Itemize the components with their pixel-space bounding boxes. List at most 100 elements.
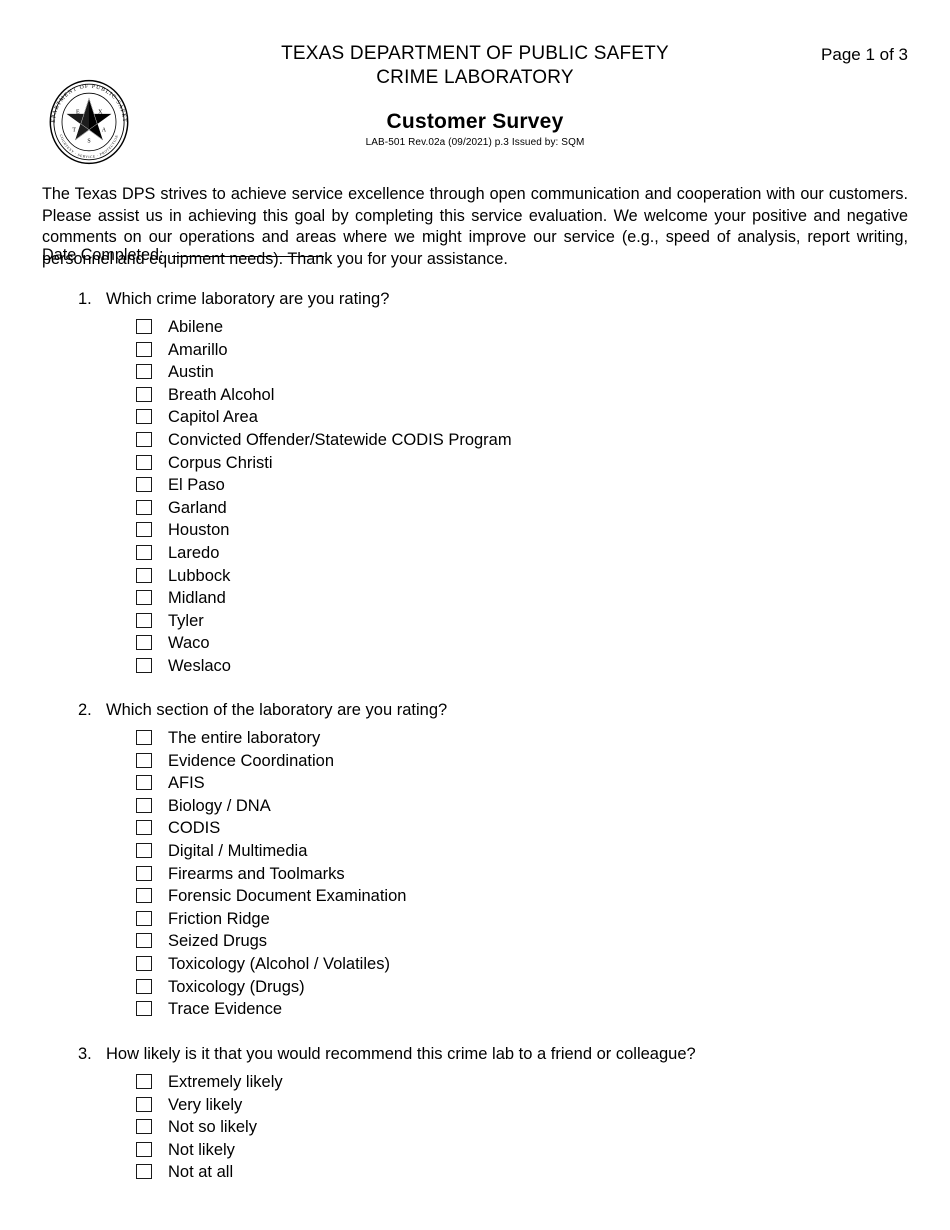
checkbox-icon[interactable] bbox=[136, 775, 152, 791]
option-row[interactable]: El Paso bbox=[0, 474, 950, 497]
checkbox-icon[interactable] bbox=[136, 657, 152, 673]
question-3: 3. How likely is it that you would recomm… bbox=[0, 1043, 950, 1184]
question-2-heading: 2. Which section of the laboratory are yo… bbox=[78, 699, 950, 721]
option-label: Breath Alcohol bbox=[168, 385, 275, 404]
checkbox-icon[interactable] bbox=[136, 910, 152, 926]
option-row[interactable]: Extremely likely bbox=[0, 1071, 950, 1094]
option-label: Corpus Christi bbox=[168, 453, 273, 472]
checkbox-icon[interactable] bbox=[136, 409, 152, 425]
option-row[interactable]: The entire laboratory bbox=[0, 727, 950, 750]
option-label: Austin bbox=[168, 363, 214, 382]
checkbox-icon[interactable] bbox=[136, 865, 152, 881]
option-row[interactable]: Tyler bbox=[0, 610, 950, 633]
checkbox-icon[interactable] bbox=[136, 1164, 152, 1180]
option-row[interactable]: Laredo bbox=[0, 542, 950, 565]
header-title-block: TEXAS DEPARTMENT OF PUBLIC SAFETY CRIME … bbox=[180, 42, 770, 149]
option-row[interactable]: Waco bbox=[0, 632, 950, 655]
option-label: Garland bbox=[168, 498, 227, 517]
option-row[interactable]: CODIS bbox=[0, 817, 950, 840]
date-completed-input[interactable] bbox=[172, 256, 325, 257]
option-row[interactable]: Firearms and Toolmarks bbox=[0, 863, 950, 886]
option-row[interactable]: Digital / Multimedia bbox=[0, 840, 950, 863]
option-label: Toxicology (Drugs) bbox=[168, 977, 305, 996]
option-row[interactable]: Not so likely bbox=[0, 1116, 950, 1139]
checkbox-icon[interactable] bbox=[136, 431, 152, 447]
option-label: Firearms and Toolmarks bbox=[168, 864, 345, 883]
option-row[interactable]: Corpus Christi bbox=[0, 452, 950, 475]
option-row[interactable]: Biology / DNA bbox=[0, 795, 950, 818]
svg-text:A: A bbox=[102, 127, 107, 133]
option-row[interactable]: Breath Alcohol bbox=[0, 384, 950, 407]
option-row[interactable]: Seized Drugs bbox=[0, 930, 950, 953]
option-row[interactable]: Evidence Coordination bbox=[0, 750, 950, 773]
checkbox-icon[interactable] bbox=[136, 364, 152, 380]
checkbox-icon[interactable] bbox=[136, 797, 152, 813]
organization-line-1: TEXAS DEPARTMENT OF PUBLIC SAFETY bbox=[281, 43, 669, 64]
option-label: El Paso bbox=[168, 476, 225, 495]
checkbox-icon[interactable] bbox=[136, 978, 152, 994]
option-row[interactable]: Forensic Document Examination bbox=[0, 885, 950, 908]
checkbox-icon[interactable] bbox=[136, 499, 152, 515]
option-row[interactable]: Toxicology (Alcohol / Volatiles) bbox=[0, 953, 950, 976]
checkbox-icon[interactable] bbox=[136, 1001, 152, 1017]
option-row[interactable]: Garland bbox=[0, 497, 950, 520]
option-row[interactable]: Convicted Offender/Statewide CODIS Progr… bbox=[0, 429, 950, 452]
question-3-number: 3. bbox=[78, 1045, 92, 1063]
checkbox-icon[interactable] bbox=[136, 1119, 152, 1135]
checkbox-icon[interactable] bbox=[136, 842, 152, 858]
checkbox-icon[interactable] bbox=[136, 1074, 152, 1089]
option-label: Weslaco bbox=[168, 656, 231, 675]
option-label: Extremely likely bbox=[168, 1073, 283, 1091]
organization-line-2: CRIME LABORATORY bbox=[376, 67, 574, 88]
option-label: Biology / DNA bbox=[168, 796, 271, 815]
option-label: The entire laboratory bbox=[168, 729, 321, 747]
option-row[interactable]: Midland bbox=[0, 587, 950, 610]
svg-text:E: E bbox=[76, 109, 80, 115]
checkbox-icon[interactable] bbox=[136, 1141, 152, 1157]
question-1-heading: 1. Which crime laboratory are you rating? bbox=[78, 288, 950, 310]
checkbox-icon[interactable] bbox=[136, 319, 152, 334]
option-row[interactable]: Friction Ridge bbox=[0, 908, 950, 931]
option-label: Tyler bbox=[168, 611, 204, 630]
page-number: Page 1 of 3 bbox=[821, 45, 908, 64]
checkbox-icon[interactable] bbox=[136, 752, 152, 768]
option-row[interactable]: Trace Evidence bbox=[0, 998, 950, 1021]
option-label: Trace Evidence bbox=[168, 1000, 283, 1019]
option-row[interactable]: Weslaco bbox=[0, 655, 950, 678]
option-label: Abilene bbox=[168, 318, 224, 336]
checkbox-icon[interactable] bbox=[136, 888, 152, 904]
checkbox-icon[interactable] bbox=[136, 955, 152, 971]
option-row[interactable]: Capitol Area bbox=[0, 406, 950, 429]
question-2-text: Which section of the laboratory are you … bbox=[106, 701, 448, 719]
option-row[interactable]: Lubbock bbox=[0, 565, 950, 588]
option-label: Midland bbox=[168, 589, 226, 608]
checkbox-icon[interactable] bbox=[136, 612, 152, 628]
question-1-number: 1. bbox=[78, 290, 92, 308]
option-row[interactable]: Very likely bbox=[0, 1094, 950, 1117]
checkbox-icon[interactable] bbox=[136, 590, 152, 606]
checkbox-icon[interactable] bbox=[136, 820, 152, 836]
option-row[interactable]: Not at all bbox=[0, 1161, 950, 1184]
option-row[interactable]: AFIS bbox=[0, 772, 950, 795]
option-label: Waco bbox=[168, 634, 210, 653]
checkbox-icon[interactable] bbox=[136, 567, 152, 583]
option-row[interactable]: Toxicology (Drugs) bbox=[0, 976, 950, 999]
question-2-number: 2. bbox=[78, 701, 92, 719]
checkbox-icon[interactable] bbox=[136, 386, 152, 402]
option-row[interactable]: Not likely bbox=[0, 1139, 950, 1162]
option-row[interactable]: Abilene bbox=[0, 316, 950, 339]
checkbox-icon[interactable] bbox=[136, 341, 152, 357]
option-label: Toxicology (Alcohol / Volatiles) bbox=[168, 954, 390, 973]
checkbox-icon[interactable] bbox=[136, 522, 152, 538]
option-row[interactable]: Austin bbox=[0, 361, 950, 384]
option-label: Seized Drugs bbox=[168, 932, 268, 951]
checkbox-icon[interactable] bbox=[136, 454, 152, 470]
option-row[interactable]: Amarillo bbox=[0, 339, 950, 362]
checkbox-icon[interactable] bbox=[136, 933, 152, 949]
checkbox-icon[interactable] bbox=[136, 544, 152, 560]
option-row[interactable]: Houston bbox=[0, 519, 950, 542]
checkbox-icon[interactable] bbox=[136, 1096, 152, 1112]
checkbox-icon[interactable] bbox=[136, 635, 152, 651]
checkbox-icon[interactable] bbox=[136, 477, 152, 493]
checkbox-icon[interactable] bbox=[136, 730, 152, 745]
